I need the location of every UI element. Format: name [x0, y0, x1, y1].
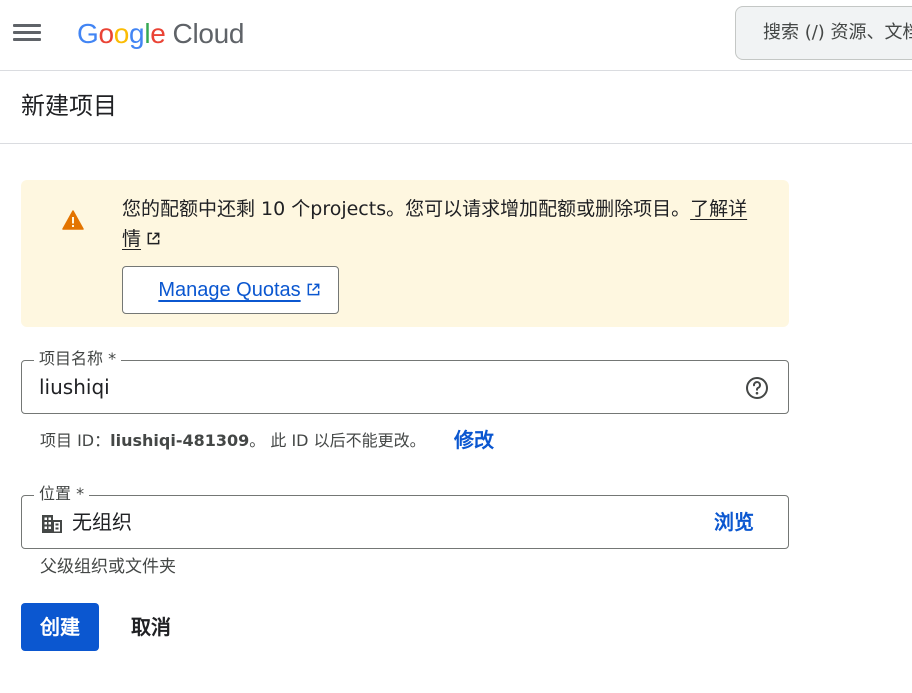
project-id-prefix: 项目 ID： [40, 431, 111, 450]
project-name-input[interactable] [39, 374, 719, 400]
project-id-suffix: 。 此 ID 以后不能更改。 [249, 431, 426, 450]
top-bar: Google Cloud 搜索 (/) 资源、文档 [0, 0, 912, 71]
project-name-field[interactable]: 项目名称 * [21, 349, 789, 414]
edit-project-id-button[interactable]: 修改 [454, 425, 494, 455]
project-id-value: liushiqi-481309 [110, 431, 250, 450]
browse-button[interactable]: 浏览 [714, 508, 754, 536]
project-name-label: 项目名称 * [34, 349, 122, 369]
quota-message: 您的配额中还剩 10 个projects。您可以请求增加配额或删除项目。了解详情 [122, 194, 762, 254]
project-id-info: 项目 ID：liushiqi-481309。 此 ID 以后不能更改。 [40, 427, 426, 455]
manage-quotas-button[interactable]: Manage Quotas [122, 266, 339, 314]
building-icon [42, 515, 62, 533]
external-link-icon [147, 232, 160, 245]
location-value: 无组织 [72, 510, 132, 534]
create-button[interactable]: 创建 [21, 603, 99, 651]
location-label: 位置 * [34, 484, 90, 504]
hamburger-icon-bar [13, 38, 41, 41]
logo-letter: o [98, 18, 114, 49]
logo-letter: G [77, 18, 99, 49]
hamburger-icon-bar [13, 24, 41, 27]
cancel-button[interactable]: 取消 [114, 603, 188, 651]
page-title: 新建项目 [21, 92, 117, 120]
hamburger-icon-bar [13, 31, 41, 34]
warning-icon [62, 210, 84, 230]
logo-product: Cloud [172, 18, 245, 49]
location-helper-text: 父级组织或文件夹 [40, 557, 176, 577]
quota-message-text: 您的配额中还剩 10 个projects。您可以请求增加配额或删除项目。 [122, 198, 691, 220]
logo-letter: g [129, 18, 145, 49]
page-header: 新建项目 [0, 71, 912, 144]
main-menu-button[interactable] [11, 20, 43, 46]
google-cloud-logo[interactable]: Google Cloud [77, 14, 245, 54]
search-placeholder: 搜索 (/) 资源、文档 [763, 22, 912, 43]
logo-letter: e [150, 18, 166, 49]
quota-warning-banner: 您的配额中还剩 10 个projects。您可以请求增加配额或删除项目。了解详情… [21, 180, 789, 327]
help-icon[interactable] [745, 376, 769, 400]
external-link-icon [307, 283, 320, 296]
search-input[interactable]: 搜索 (/) 资源、文档 [735, 6, 912, 60]
logo-letter: o [113, 18, 130, 49]
manage-quotas-label: Manage Quotas [158, 279, 301, 301]
location-field[interactable]: 位置 * 无组织 浏览 [21, 484, 789, 549]
